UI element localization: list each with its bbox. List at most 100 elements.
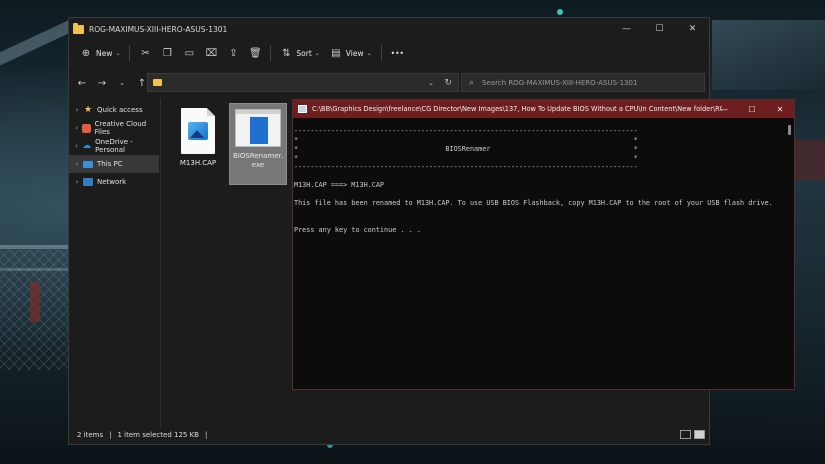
wallpaper-red-pillar (30, 282, 40, 322)
console-title: C:\BB\Graphics Design\freelance\CG Direc… (312, 105, 722, 113)
wallpaper-beam (0, 20, 74, 72)
new-label: New (96, 48, 113, 58)
file-item-executable[interactable]: BIOSRenamer.exe (229, 103, 287, 185)
sidebar-item-this-pc[interactable]: › This PC (69, 155, 159, 173)
new-button[interactable]: ⊕ New ⌄ (75, 43, 125, 63)
chevron-down-icon: ⌄ (314, 49, 320, 57)
view-icon: ▤ (331, 47, 341, 59)
scissors-icon: ✂ (141, 47, 150, 59)
forward-button[interactable]: → (92, 73, 112, 93)
wallpaper-light (557, 9, 563, 15)
close-button[interactable]: ✕ (676, 18, 709, 40)
minimize-button[interactable]: — (710, 100, 738, 118)
folder-icon (73, 22, 84, 34)
console-line: M13H.CAP ===> M13H.CAP (294, 181, 385, 189)
view-button[interactable]: ▤ View ⌄ (325, 43, 377, 63)
refresh-icon[interactable]: ↻ (444, 78, 452, 88)
sidebar-item-network[interactable]: › Network (69, 173, 159, 191)
more-options-button[interactable]: ••• (386, 43, 409, 63)
chevron-right-icon[interactable]: › (71, 142, 82, 150)
paste-button[interactable]: ▭ (178, 43, 200, 63)
network-icon (83, 178, 93, 186)
pane-divider[interactable] (160, 98, 161, 428)
search-input[interactable] (480, 77, 695, 88)
chevron-right-icon[interactable]: › (71, 124, 82, 132)
file-name: M13H.CAP (179, 159, 217, 167)
status-bar: 2 items | 1 item selected 125 KB | (77, 431, 207, 439)
sidebar-item-label: OneDrive - Personal (95, 138, 133, 154)
cut-button[interactable]: ✂ (134, 43, 156, 63)
console-line: * * (294, 154, 638, 162)
maximize-button[interactable]: ☐ (738, 100, 766, 118)
console-scrollbar[interactable] (787, 118, 793, 389)
console-line: * BIOSRenamer * (294, 145, 638, 153)
copy-button[interactable]: ❐ (156, 43, 178, 63)
console-output[interactable]: ----------------------------------------… (293, 118, 786, 389)
view-label: View (345, 48, 364, 58)
clipboard-icon: ▭ (184, 47, 195, 59)
chevron-down-icon: ⌄ (115, 49, 121, 57)
rename-button[interactable]: ⌧ (200, 43, 222, 63)
image-file-icon (181, 108, 215, 154)
sidebar-item-quick-access[interactable]: › ★ Quick access (69, 101, 159, 119)
creative-cloud-icon (82, 123, 91, 133)
address-bar[interactable]: ⌄ ↻ (147, 73, 459, 92)
share-icon: ⇪ (229, 47, 238, 59)
chevron-right-icon[interactable]: › (71, 106, 83, 114)
status-divider: | (204, 431, 208, 439)
details-view-button[interactable] (680, 430, 691, 439)
command-bar: ⊕ New ⌄ ✂ ❐ ▭ ⌧ ⇪ 🗑 ⇅ Sort ⌄ ▤ View ⌄ ••… (69, 42, 709, 64)
toolbar-divider (129, 45, 131, 61)
computer-icon (83, 160, 93, 168)
sidebar-item-label: Network (97, 178, 127, 186)
console-line: This file has been renamed to M13H.CAP. … (294, 199, 773, 207)
search-box[interactable]: ⌕ (461, 73, 705, 92)
console-titlebar[interactable]: C:\BB\Graphics Design\freelance\CG Direc… (293, 100, 794, 118)
item-count: 2 items (77, 431, 104, 439)
console-line: Press any key to continue . . . (294, 226, 421, 234)
sort-button[interactable]: ⇅ Sort ⌄ (275, 43, 324, 63)
share-button[interactable]: ⇪ (222, 43, 244, 63)
folder-icon (153, 79, 162, 86)
plus-circle-icon: ⊕ (81, 47, 91, 59)
explorer-titlebar[interactable]: ROG-MAXIMUS-XIII-HERO-ASUS-1301 — ☐ ✕ (69, 18, 709, 40)
view-toggles (680, 430, 705, 439)
back-button[interactable]: ← (72, 73, 92, 93)
file-item-image[interactable]: M13H.CAP (169, 103, 227, 185)
star-icon: ★ (83, 105, 93, 115)
copy-icon: ❐ (162, 47, 172, 59)
trash-icon: 🗑 (249, 47, 262, 59)
scrollbar-thumb[interactable] (788, 125, 791, 135)
chevron-down-icon: ⌄ (366, 49, 372, 57)
selection-info: 1 item selected 125 KB (117, 431, 199, 439)
close-button[interactable]: ✕ (766, 100, 794, 118)
large-icons-view-button[interactable] (694, 430, 705, 439)
minimize-button[interactable]: — (610, 18, 643, 40)
console-line: ----------------------------------------… (294, 127, 638, 135)
chevron-right-icon[interactable]: › (71, 160, 83, 168)
sort-icon: ⇅ (282, 47, 291, 59)
rename-icon: ⌧ (205, 47, 218, 59)
sidebar-item-creative-cloud[interactable]: › Creative Cloud Files (69, 119, 159, 137)
sidebar-item-label: This PC (97, 160, 123, 168)
sidebar-item-onedrive[interactable]: › ☁ OneDrive - Personal (69, 137, 159, 155)
address-row: ← → ⌄ ↑ ⌄ ↻ ⌕ (69, 72, 709, 94)
sidebar-item-label: Quick access (97, 106, 143, 114)
sort-label: Sort (296, 48, 312, 58)
toolbar-divider (380, 45, 382, 61)
search-icon: ⌕ (469, 77, 475, 88)
console-window: C:\BB\Graphics Design\freelance\CG Direc… (292, 99, 795, 390)
chevron-down-icon[interactable]: ⌄ (428, 79, 434, 87)
toolbar-divider (270, 45, 272, 61)
chevron-right-icon[interactable]: › (71, 178, 83, 186)
navigation-pane: › ★ Quick access › Creative Cloud Files … (69, 98, 159, 428)
maximize-button[interactable]: ☐ (643, 18, 676, 40)
cloud-icon: ☁ (82, 141, 92, 151)
wallpaper-structure (712, 20, 825, 90)
delete-button[interactable]: 🗑 (244, 43, 266, 63)
executable-file-icon (235, 109, 281, 147)
recent-locations-button[interactable]: ⌄ (112, 73, 132, 93)
wallpaper-rail (0, 245, 70, 249)
window-title: ROG-MAXIMUS-XIII-HERO-ASUS-1301 (89, 24, 228, 34)
console-line: * * (294, 136, 638, 144)
